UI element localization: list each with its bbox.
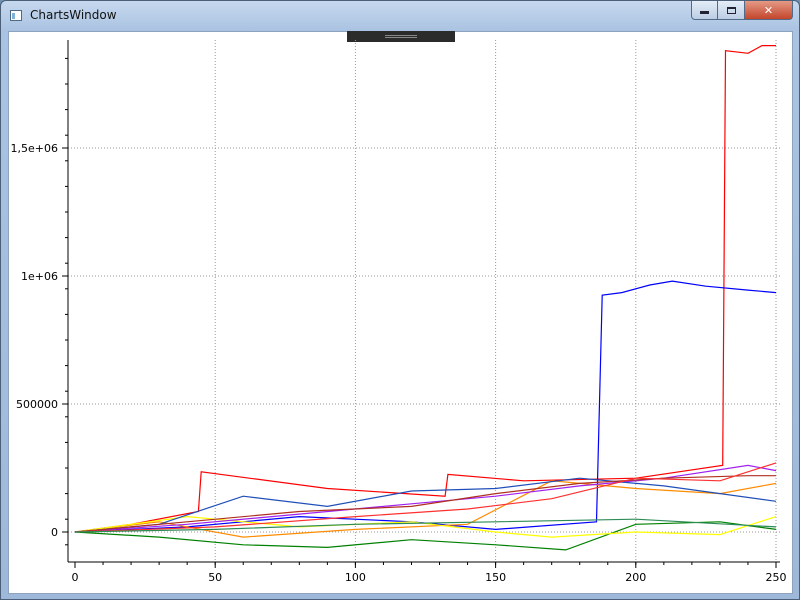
- x-tick-label: 200: [625, 571, 646, 584]
- x-tick-label: 250: [766, 571, 787, 584]
- x-tick-label: 100: [345, 571, 366, 584]
- x-tick-label: 0: [72, 571, 79, 584]
- y-tick-label: 1,5e+06: [11, 142, 58, 155]
- line-chart: 0 500000 1e+06 1,5e+06 0 50 100 150 200 250: [11, 40, 787, 584]
- x-tick-label: 150: [485, 571, 506, 584]
- y-tick-label: 1e+06: [21, 270, 58, 283]
- y-tick-label: 500000: [16, 398, 58, 411]
- y-tick-label: 0: [51, 526, 58, 539]
- series-line-1: [74, 45, 776, 533]
- x-tick-label: 50: [208, 571, 222, 584]
